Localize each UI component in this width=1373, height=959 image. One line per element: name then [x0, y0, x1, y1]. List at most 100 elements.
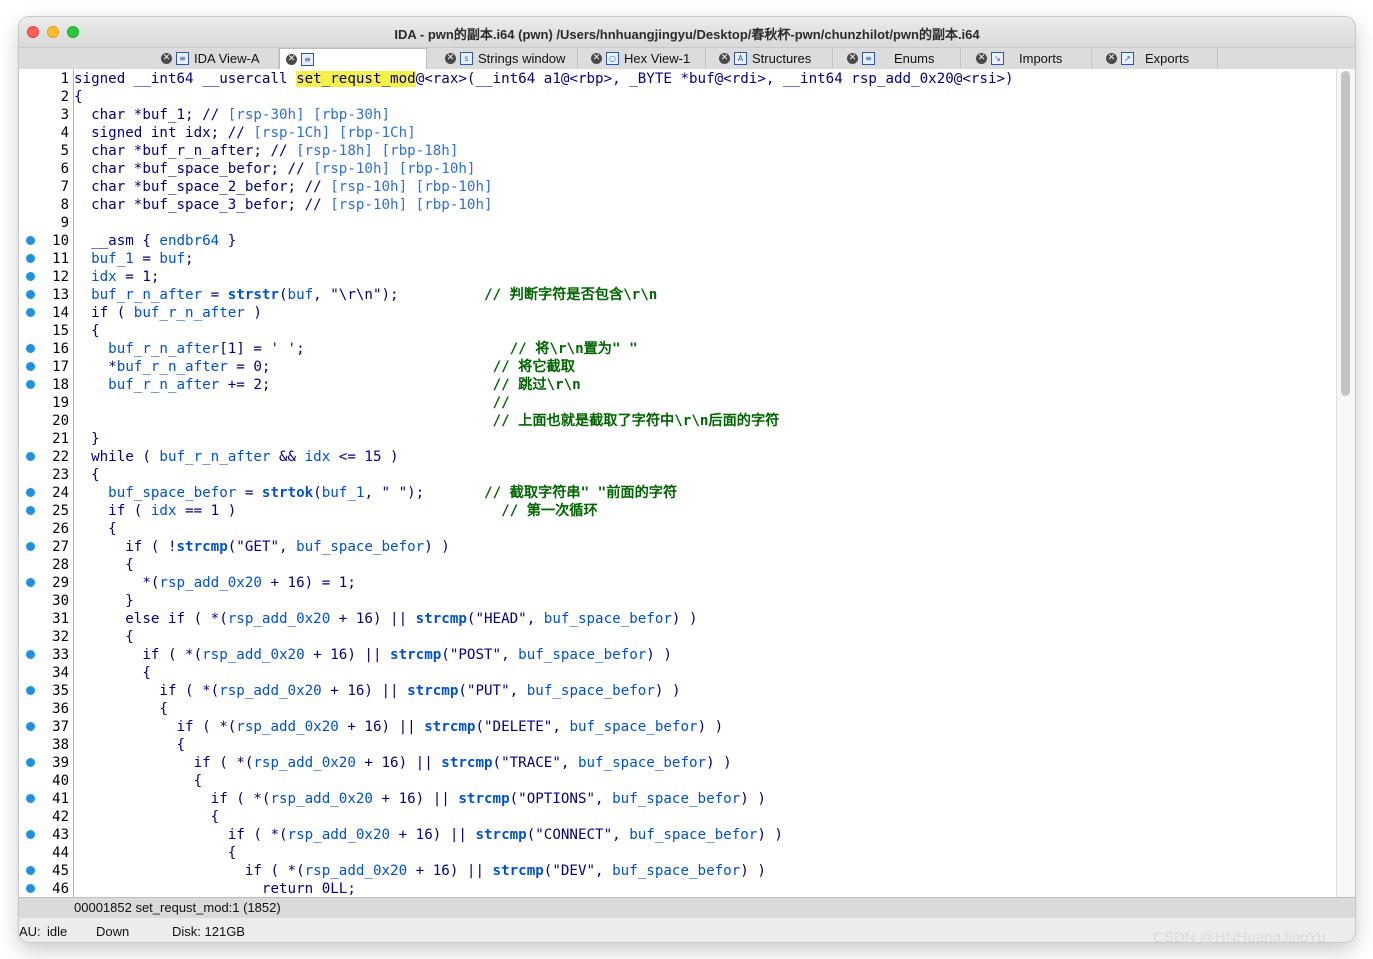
breakpoint-dot-icon[interactable] — [26, 830, 35, 839]
code-token: if ( *( — [74, 647, 203, 663]
breakpoint-dot-icon[interactable] — [26, 308, 35, 317]
code-line[interactable]: buf_r_n_after = strstr(buf, "\r\n"); // … — [74, 286, 657, 304]
code-line[interactable]: while ( buf_r_n_after && idx <= 15 ) — [74, 448, 399, 466]
code-token: { — [74, 701, 168, 717]
close-tab-icon[interactable]: ✕ — [1106, 53, 1117, 64]
close-tab-icon[interactable]: ✕ — [719, 53, 730, 64]
code-line[interactable]: { — [74, 556, 134, 574]
breakpoint-dot-icon[interactable] — [26, 578, 35, 587]
breakpoint-dot-icon[interactable] — [26, 290, 35, 299]
code-line[interactable]: if ( *(rsp_add_0x20 + 16) || strcmp("TRA… — [74, 754, 732, 772]
code-line[interactable]: char *buf_space_3_befor; // [rsp-10h] [r… — [74, 196, 492, 214]
code-line[interactable]: signed __int64 __usercall set_requst_mod… — [74, 70, 1014, 88]
breakpoint-dot-icon[interactable] — [26, 344, 35, 353]
code-line[interactable]: signed int idx; // [rsp-1Ch] [rbp-1Ch] — [74, 124, 416, 142]
code-token: buf_r_n_after — [74, 287, 203, 303]
code-line[interactable]: if ( *(rsp_add_0x20 + 16) || strcmp("CON… — [74, 826, 783, 844]
code-area[interactable]: signed __int64 __usercall set_requst_mod… — [73, 69, 1338, 897]
close-tab-icon[interactable]: ✕ — [847, 53, 858, 64]
code-line[interactable]: { — [74, 700, 168, 718]
breakpoint-dot-icon[interactable] — [26, 794, 35, 803]
code-line[interactable]: char *buf_r_n_after; // [rsp-18h] [rbp-1… — [74, 142, 458, 160]
code-line[interactable]: if ( idx == 1 ) // 第一次循环 — [74, 502, 598, 520]
code-line[interactable]: idx = 1; — [74, 268, 159, 286]
code-token: { — [74, 665, 151, 681]
code-line[interactable]: if ( buf_r_n_after ) — [74, 304, 262, 322]
code-token: char *buf_1; // — [74, 107, 228, 123]
code-line[interactable]: { — [74, 322, 100, 340]
breakpoint-dot-icon[interactable] — [26, 272, 35, 281]
tab-ida-view-a[interactable]: ✕ ≡ IDA View-A — [155, 48, 279, 69]
close-tab-icon[interactable]: ✕ — [976, 53, 987, 64]
close-tab-icon[interactable]: ✕ — [161, 53, 172, 64]
tab-imports[interactable]: ✕ ↘ Imports — [970, 48, 1092, 69]
line-number: 6 — [60, 161, 69, 177]
code-line[interactable]: char *buf_space_2_befor; // [rsp-10h] [r… — [74, 178, 492, 196]
vertical-scrollbar[interactable] — [1336, 69, 1355, 897]
code-line[interactable]: buf_space_befor = strtok(buf_1, " "); //… — [74, 484, 677, 502]
code-line[interactable]: if ( !strcmp("GET", buf_space_befor) ) — [74, 538, 450, 556]
line-number: 39 — [52, 755, 69, 771]
code-line[interactable]: { — [74, 466, 100, 484]
code-token: strcmp — [458, 791, 510, 807]
pseudocode-view[interactable]: 1 2 3 4 5 6 7 8 9 10 11 12 13 14 15 16 17 18 19 20 21 22 23 24 2… — [19, 69, 1355, 897]
breakpoint-dot-icon[interactable] — [26, 758, 35, 767]
code-line[interactable]: // 上面也就是截取了字符中\r\n后面的字符 — [74, 412, 780, 430]
breakpoint-dot-icon[interactable] — [26, 236, 35, 245]
code-line[interactable]: if ( *(rsp_add_0x20 + 16) || strcmp("DEV… — [74, 862, 766, 880]
breakpoint-dot-icon[interactable] — [26, 866, 35, 875]
code-token: char *buf_space_3_befor; // — [74, 197, 331, 213]
code-line[interactable]: __asm { endbr64 } — [74, 232, 236, 250]
breakpoint-dot-icon[interactable] — [26, 254, 35, 263]
breakpoint-dot-icon[interactable] — [26, 488, 35, 497]
breakpoint-dot-icon[interactable] — [26, 542, 35, 551]
code-line[interactable]: } — [74, 592, 134, 610]
code-line[interactable]: if ( *(rsp_add_0x20 + 16) || strcmp("DEL… — [74, 718, 723, 736]
breakpoint-dot-icon[interactable] — [26, 362, 35, 371]
code-line[interactable]: buf_r_n_after[1] = ' '; // 将\r\n置为" " — [74, 340, 637, 358]
code-line[interactable]: buf_1 = buf; — [74, 250, 194, 268]
tab-pseudocode[interactable]: ✕ ≡ — [279, 48, 427, 70]
code-line[interactable]: // — [74, 394, 510, 412]
scrollbar-thumb[interactable] — [1341, 71, 1350, 396]
code-line[interactable]: if ( *(rsp_add_0x20 + 16) || strcmp("OPT… — [74, 790, 766, 808]
code-line[interactable]: if ( *(rsp_add_0x20 + 16) || strcmp("PUT… — [74, 682, 680, 700]
code-line[interactable]: { — [74, 844, 237, 862]
code-line[interactable]: { — [74, 520, 117, 538]
code-line[interactable]: { — [74, 88, 83, 106]
tab-hex-view[interactable]: ✕ ○ Hex View-1 — [585, 48, 706, 69]
tab-strings-window[interactable]: ✕ s Strings window — [439, 48, 578, 69]
tab-structures[interactable]: ✕ A Structures — [713, 48, 833, 69]
close-tab-icon[interactable]: ✕ — [286, 54, 297, 65]
tab-exports[interactable]: ✕ ↗ Exports — [1100, 48, 1218, 69]
code-token: ) ) — [740, 791, 766, 807]
code-line[interactable]: { — [74, 628, 134, 646]
code-line[interactable]: } — [74, 430, 100, 448]
code-line[interactable]: { — [74, 772, 203, 790]
code-line[interactable]: { — [74, 664, 151, 682]
line-number: 34 — [52, 665, 69, 681]
close-tab-icon[interactable]: ✕ — [445, 53, 456, 64]
breakpoint-dot-icon[interactable] — [26, 722, 35, 731]
code-line[interactable]: char *buf_1; // [rsp-30h] [rbp-30h] — [74, 106, 390, 124]
close-tab-icon[interactable]: ✕ — [591, 53, 602, 64]
code-line[interactable]: else if ( *(rsp_add_0x20 + 16) || strcmp… — [74, 610, 697, 628]
au-state: idle — [47, 924, 68, 939]
code-line[interactable]: return 0LL; — [74, 880, 356, 897]
breakpoint-dot-icon[interactable] — [26, 452, 35, 461]
code-line[interactable]: *buf_r_n_after = 0; // 将它截取 — [74, 358, 575, 376]
breakpoint-dot-icon[interactable] — [26, 380, 35, 389]
code-line[interactable]: { — [74, 808, 220, 826]
code-line[interactable]: char *buf_space_befor; // [rsp-10h] [rbp… — [74, 160, 475, 178]
breakpoint-dot-icon[interactable] — [26, 650, 35, 659]
breakpoint-dot-icon[interactable] — [26, 884, 35, 893]
breakpoint-dot-icon[interactable] — [26, 686, 35, 695]
breakpoint-dot-icon[interactable] — [26, 506, 35, 515]
code-token: signed __int64 __usercall — [74, 71, 297, 87]
code-line[interactable]: { — [74, 736, 185, 754]
code-line[interactable]: if ( *(rsp_add_0x20 + 16) || strcmp("POS… — [74, 646, 672, 664]
code-line[interactable]: buf_r_n_after += 2; // 跳过\r\n — [74, 376, 581, 394]
code-line[interactable]: *(rsp_add_0x20 + 16) = 1; — [74, 574, 356, 592]
tab-enums[interactable]: ✕ ≡ Enums — [841, 48, 961, 69]
